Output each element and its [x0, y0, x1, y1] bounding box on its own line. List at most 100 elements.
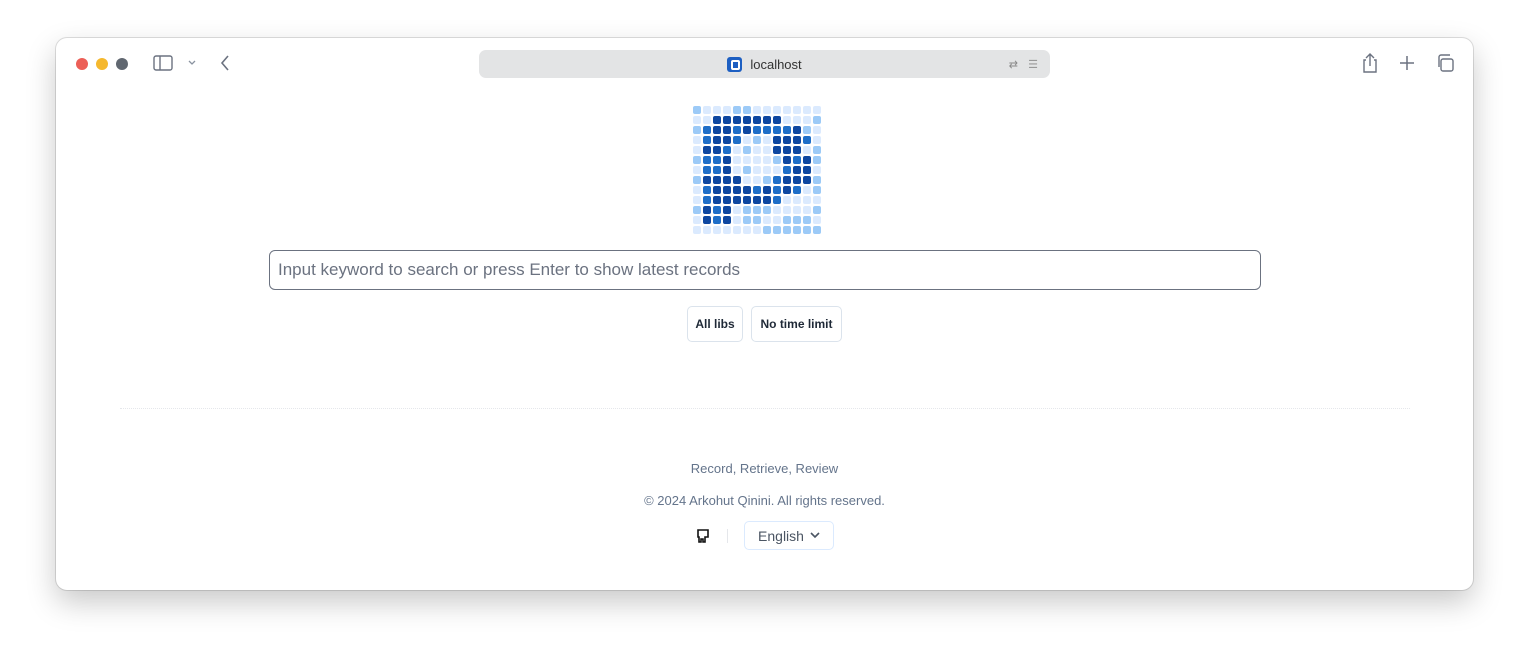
logo-cell: [753, 156, 761, 164]
address-bar[interactable]: localhost ⇄ ☰: [479, 50, 1050, 78]
logo-cell: [753, 106, 761, 114]
logo-cell: [783, 176, 791, 184]
logo-cell: [793, 126, 801, 134]
logo-cell: [783, 166, 791, 174]
logo-cell: [723, 126, 731, 134]
logo-cell: [783, 126, 791, 134]
logo-cell: [743, 226, 751, 234]
minimize-button[interactable]: [96, 58, 108, 70]
new-tab-icon[interactable]: [1399, 55, 1415, 71]
logo-cell: [813, 106, 821, 114]
logo-cell: [803, 226, 811, 234]
logo-cell: [743, 186, 751, 194]
search-input[interactable]: [269, 250, 1261, 290]
logo-cell: [803, 176, 811, 184]
github-icon[interactable]: [696, 528, 710, 544]
logo-cell: [773, 156, 781, 164]
logo-cell: [793, 166, 801, 174]
logo-cell: [783, 156, 791, 164]
logo-cell: [813, 226, 821, 234]
logo-cell: [753, 146, 761, 154]
logo-cell: [733, 146, 741, 154]
language-select[interactable]: English: [744, 521, 834, 550]
logo-cell: [803, 186, 811, 194]
logo-cell: [813, 216, 821, 224]
logo-cell: [723, 136, 731, 144]
library-filter-button[interactable]: All libs: [687, 306, 743, 342]
logo-cell: [693, 216, 701, 224]
logo-cell: [813, 166, 821, 174]
favicon-icon: [727, 56, 743, 72]
logo-cell: [713, 126, 721, 134]
logo-cell: [733, 106, 741, 114]
logo-cell: [813, 146, 821, 154]
logo-cell: [723, 166, 731, 174]
logo-cell: [703, 226, 711, 234]
logo-cell: [723, 176, 731, 184]
logo-cell: [763, 206, 771, 214]
logo-cell: [783, 106, 791, 114]
logo-cell: [753, 216, 761, 224]
logo-cell: [773, 116, 781, 124]
logo-cell: [773, 166, 781, 174]
address-text: localhost: [750, 56, 802, 72]
logo-cell: [773, 126, 781, 134]
logo-cell: [793, 206, 801, 214]
zoom-button[interactable]: [116, 58, 128, 70]
logo-cell: [773, 186, 781, 194]
time-filter-button[interactable]: No time limit: [751, 306, 842, 342]
logo-cell: [693, 116, 701, 124]
logo-cell: [703, 186, 711, 194]
logo-cell: [733, 216, 741, 224]
chevron-down-icon[interactable]: [187, 59, 197, 67]
language-value: English: [758, 527, 804, 544]
logo-cell: [793, 216, 801, 224]
logo-cell: [783, 216, 791, 224]
share-icon[interactable]: [1361, 52, 1379, 74]
logo-cell: [713, 206, 721, 214]
logo-cell: [793, 146, 801, 154]
logo-cell: [723, 156, 731, 164]
logo-cell: [733, 136, 741, 144]
logo-cell: [793, 226, 801, 234]
logo-cell: [793, 176, 801, 184]
logo-cell: [713, 166, 721, 174]
logo-cell: [743, 106, 751, 114]
logo-cell: [763, 146, 771, 154]
logo-cell: [693, 206, 701, 214]
divider: [120, 408, 1410, 409]
logo-cell: [713, 186, 721, 194]
logo-cell: [793, 186, 801, 194]
logo-cell: [763, 186, 771, 194]
logo-cell: [743, 136, 751, 144]
logo-cell: [803, 166, 811, 174]
footer-separator: [727, 529, 728, 543]
logo-cell: [773, 146, 781, 154]
logo-cell: [803, 156, 811, 164]
logo-cell: [713, 226, 721, 234]
logo-cell: [733, 116, 741, 124]
logo-cell: [763, 166, 771, 174]
logo-cell: [723, 216, 731, 224]
logo-cell: [783, 116, 791, 124]
logo-cell: [783, 146, 791, 154]
logo-cell: [703, 146, 711, 154]
reader-icon[interactable]: ☰: [1028, 58, 1038, 71]
logo-cell: [773, 196, 781, 204]
logo-cell: [703, 156, 711, 164]
close-button[interactable]: [76, 58, 88, 70]
logo-cell: [713, 146, 721, 154]
logo-cell: [693, 106, 701, 114]
logo-cell: [813, 196, 821, 204]
logo-cell: [763, 116, 771, 124]
sidebar-icon[interactable]: [153, 55, 173, 71]
logo-cell: [813, 156, 821, 164]
logo-cell: [773, 206, 781, 214]
translate-icon[interactable]: ⇄: [1009, 58, 1018, 71]
logo-cell: [713, 156, 721, 164]
logo-cell: [763, 196, 771, 204]
logo-cell: [763, 216, 771, 224]
logo-cell: [703, 126, 711, 134]
tabs-icon[interactable]: [1436, 54, 1454, 72]
back-icon[interactable]: [219, 54, 231, 72]
